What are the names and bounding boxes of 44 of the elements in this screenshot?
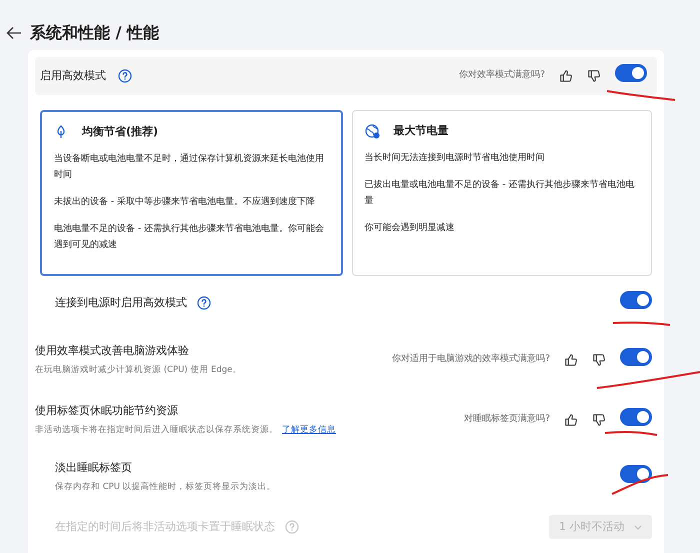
globe-icon <box>364 124 380 139</box>
chevron-down-icon <box>634 524 642 530</box>
mode-description: 当设备断电或电池电量不足时，通过保存计算机资源来延长电池使用时间 <box>54 152 325 182</box>
thumbs-up-icon[interactable] <box>564 353 578 367</box>
feedback-question: 你对适用于电脑游戏的效率模式满意吗? <box>392 353 550 366</box>
toggle-switch[interactable] <box>620 408 652 426</box>
setting-label: 在指定的时间后将非活动选项卡置于睡眠状态 <box>55 518 275 535</box>
mode-title: 最大节电量 <box>394 123 448 139</box>
setting-label: 淡出睡眠标签页 <box>55 460 132 476</box>
setting-label: 启用高效模式 <box>40 68 106 84</box>
thumbs-down-icon[interactable] <box>592 413 606 427</box>
mode-description: 未拔出的设备 - 采取中等步骤来节省电池电量。不应遇到速度下降 <box>54 196 316 208</box>
toggle-switch[interactable] <box>615 64 647 82</box>
feedback-question: 对睡眠标签页满意吗? <box>464 413 550 426</box>
setting-label: 使用效率模式改善电脑游戏体验 <box>35 343 189 360</box>
setting-label: 连接到电源时启用高效模式 <box>55 294 187 311</box>
back-arrow-icon[interactable] <box>6 26 22 40</box>
mode-description: 已拔出电量或电池电量不足的设备 - 还需执行其他步骤来节省电池电量 <box>364 178 636 208</box>
learn-more-link[interactable]: 了解更多信息 <box>282 424 336 437</box>
mode-description: 你可能会遇到明显减速 <box>364 222 456 234</box>
annotation-stroke <box>604 430 658 436</box>
annotation-stroke <box>612 474 668 495</box>
thumbs-down-icon[interactable] <box>587 69 601 83</box>
thumbs-up-icon[interactable] <box>564 413 578 427</box>
setting-description: 在玩电脑游戏时减少计算机资源 (CPU) 使用 Edge。 <box>35 364 242 377</box>
setting-description: 保存内存和 CPU 以提高性能时，标签页将显示为淡出。 <box>55 480 276 494</box>
setting-label: 使用标签页休眠功能节约资源 <box>35 403 178 420</box>
thumbs-down-icon[interactable] <box>592 353 606 367</box>
setting-description: 非活动选项卡将在指定时间后进入睡眠状态以保存系统资源。 <box>35 424 278 437</box>
toggle-switch[interactable] <box>620 348 652 366</box>
toggle-switch[interactable] <box>620 464 652 482</box>
feedback-question: 你对效率模式满意吗? <box>459 69 545 82</box>
annotation-stroke <box>606 90 676 101</box>
page-title: 系统和性能 / 性能 <box>30 22 159 44</box>
help-icon[interactable] <box>197 296 211 310</box>
mode-description: 电池电量不足的设备 - 还需执行其他步骤来节省电池电量。你可能会遇到可见的减速 <box>54 222 325 252</box>
mode-option-card[interactable]: 最大节电量 当长时间无法连接到电源时节省电池使用时间 已拔出电量或电池电量不足的设备 - 还需执行其他步骤来节省电池电量 你可能会遇到明显减速 <box>352 110 652 276</box>
mode-description: 当长时间无法连接到电源时节省电池使用时间 <box>364 152 546 164</box>
annotation-stroke <box>612 322 670 326</box>
toggle-switch[interactable] <box>620 290 652 308</box>
mode-option-card[interactable]: 均衡节省(推荐) 当设备断电或电池电量不足时，通过保存计算机资源来延长电池使用时间 未拔出的设备 - 采取中等步骤来节省电池电量。不应遇到速度下降 电池电量不足的设备 - 还需执行其他步骤来节省电池电量。你可能会遇到可见的减速 <box>40 110 342 276</box>
mode-title: 均衡节省(推荐) <box>82 124 158 140</box>
help-icon[interactable] <box>118 69 132 83</box>
thumbs-up-icon[interactable] <box>559 69 573 83</box>
